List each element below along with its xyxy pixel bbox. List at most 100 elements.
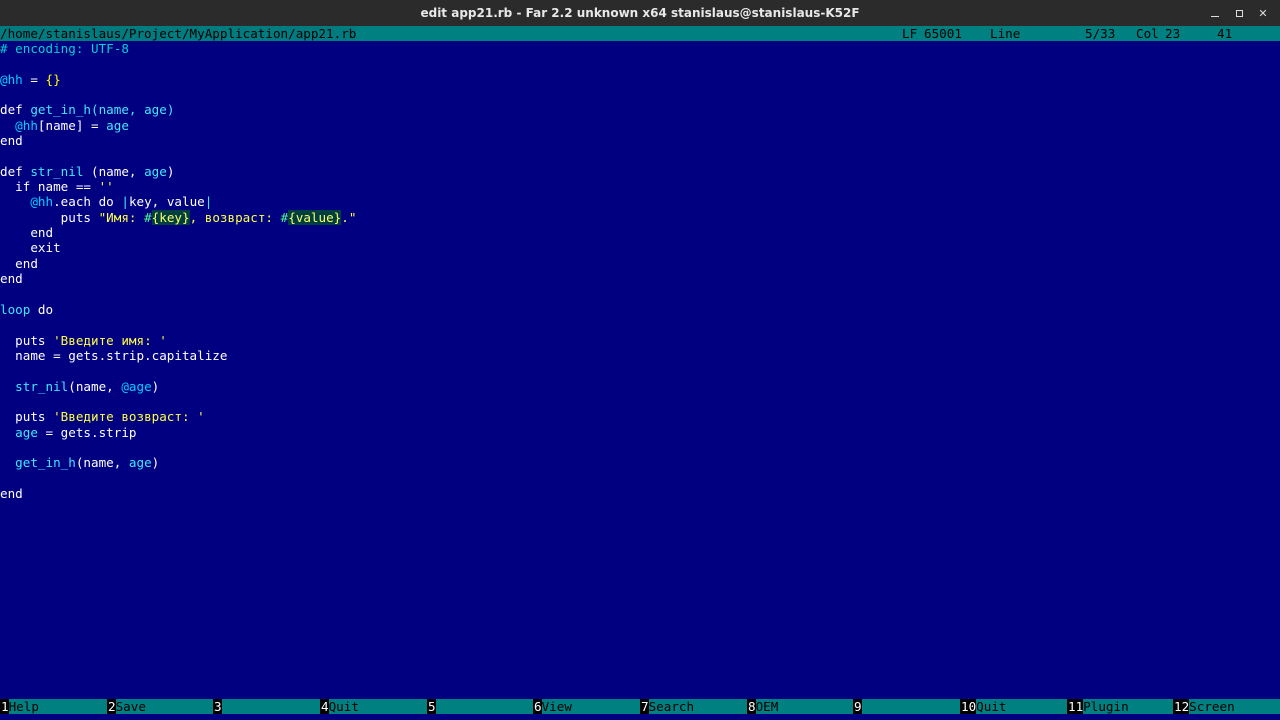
line-ending: LF [902,26,918,41]
code-token: end [0,133,23,149]
fkey-9[interactable]: 9 [853,699,960,714]
code-token: "Имя: [98,209,145,225]
code-token: str_nil [30,163,84,179]
code-line[interactable] [0,56,1280,71]
code-line[interactable]: if name == '' [0,179,1280,194]
fkey-label: Quit [976,699,1067,714]
fkey-number: 5 [427,699,436,714]
code-token: {value} [288,209,342,225]
code-line[interactable]: end [0,133,1280,148]
fkey-number: 2 [107,699,116,714]
code-token: # [144,209,152,225]
code-token: {key} [151,209,190,225]
code-line[interactable]: name = gets.strip.capitalize [0,348,1280,363]
fkey-12[interactable]: 12 Screen [1173,699,1280,714]
code-editor[interactable]: # encoding: UTF-8 @hh = {} def get_in_h(… [0,41,1280,501]
fkey-label [435,699,534,714]
code-line[interactable]: end [0,225,1280,240]
fkey-number: 7 [640,699,649,714]
code-token: ) [166,163,175,179]
fkey-1[interactable]: 1 Help [0,699,107,714]
fkey-4[interactable]: 4 Quit [320,699,427,714]
code-token: '' [98,179,114,195]
code-line[interactable]: exit [0,240,1280,255]
code-line[interactable] [0,287,1280,302]
code-line[interactable]: end [0,486,1280,501]
fkey-number: 8 [747,699,756,714]
fkey-number: 4 [320,699,329,714]
code-line[interactable]: def get_in_h(name, age) [0,102,1280,117]
code-token: puts [0,332,54,348]
code-line[interactable] [0,148,1280,163]
fkey-10[interactable]: 10 Quit [960,699,1067,714]
fkey-2[interactable]: 2 Save [107,699,214,714]
code-token: @hh [30,194,54,210]
col-value: 23 [1165,26,1181,41]
code-token: if name == [0,179,99,195]
code-line[interactable] [0,471,1280,486]
fkey-label: OEM [755,699,854,714]
code-token: end [0,225,54,241]
code-line[interactable]: end [0,271,1280,286]
close-icon[interactable]: ✕ [1256,6,1270,20]
code-token: 'Введите возврaст: ' [53,409,205,425]
fkey-8[interactable]: 8 OEM [747,699,854,714]
code-line[interactable]: end [0,256,1280,271]
fkey-3[interactable]: 3 [213,699,320,714]
code-line[interactable]: get_in_h(name, age) [0,455,1280,470]
code-token: age [15,424,38,440]
code-line[interactable]: def str_nil (name, age) [0,164,1280,179]
col-label: Col [1136,26,1159,41]
code-line[interactable]: puts "Имя: #{key}, возврaст: #{value}." [0,209,1280,225]
fkey-label: Screen [1189,699,1280,714]
file-path: /home/stanislaus/Project/MyApplication/a… [0,26,357,42]
fkey-label: Search [648,699,747,714]
code-line[interactable] [0,87,1280,102]
terminal-area[interactable]: /home/stanislaus/Project/MyApplication/a… [0,26,1280,720]
fkey-number: 11 [1067,699,1084,714]
code-token: get_in_h [30,102,92,118]
minimize-icon[interactable] [1208,6,1222,20]
fkey-11[interactable]: 11 Plugin [1067,699,1174,714]
fkey-label: View [541,699,640,714]
code-token: age [144,163,167,179]
code-token: end [0,485,23,501]
code-line[interactable]: puts 'Введите имя: ' [0,333,1280,348]
code-line[interactable]: age = gets.strip [0,425,1280,440]
fkey-label: Quit [328,699,427,714]
codepage: 65001 [924,26,962,41]
fkey-6[interactable]: 6 View [533,699,640,714]
code-line[interactable] [0,363,1280,378]
code-token: end [0,271,23,287]
code-line[interactable]: str_nil(name, @age) [0,379,1280,394]
code-line[interactable]: @hh = {} [0,72,1280,87]
code-line[interactable] [0,440,1280,455]
code-token: [name] = [37,117,107,133]
fkey-number: 3 [213,699,222,714]
code-token: key, value [128,194,205,210]
code-line[interactable]: puts 'Введите возврaст: ' [0,409,1280,424]
code-token: name = gets.strip.capitalize [0,347,228,363]
code-token: str_nil [15,378,69,394]
maximize-icon[interactable] [1232,6,1246,20]
code-line[interactable]: @hh[name] = age [0,118,1280,133]
code-line[interactable] [0,394,1280,409]
code-token: @hh [15,117,38,133]
window-titlebar: edit app21.rb - Far 2.2 unknown x64 stan… [0,0,1280,26]
fkey-5[interactable]: 5 [427,699,534,714]
code-line[interactable]: # encoding: UTF-8 [0,41,1280,56]
code-token: (name, [75,455,129,471]
code-token: do [30,301,54,317]
code-token: | [204,194,213,210]
code-token: exit [0,240,61,256]
code-token: puts [0,409,54,425]
function-key-bar: 1 Help 2 Save 3 4 Quit 5 6 View 7 Search 8 OEM 9 10 Quit… [0,699,1280,714]
code-line[interactable]: @hh.each do |key, value| [0,194,1280,209]
code-line[interactable]: loop do [0,302,1280,317]
fkey-number: 6 [533,699,542,714]
fkey-7[interactable]: 7 Search [640,699,747,714]
code-line[interactable] [0,317,1280,332]
code-token: def [0,163,31,179]
